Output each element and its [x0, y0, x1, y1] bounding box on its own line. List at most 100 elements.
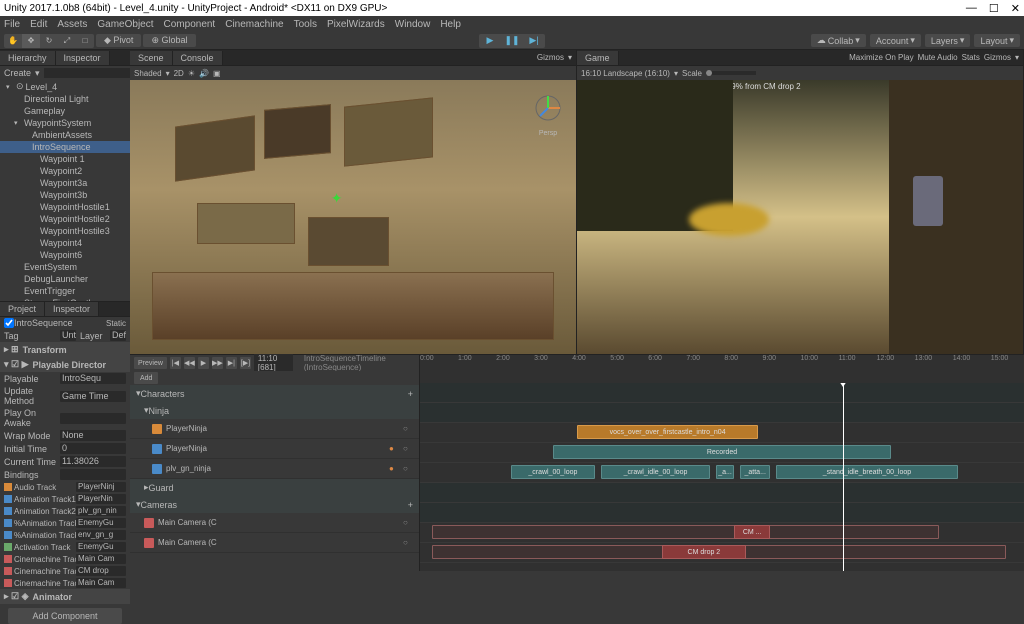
mute-icon[interactable]: ○: [403, 518, 413, 527]
pause-button[interactable]: ❚❚: [501, 34, 523, 48]
menu-help[interactable]: Help: [440, 19, 461, 30]
timeline-track-anim2[interactable]: plv_gn_ninja ● ○: [130, 459, 419, 479]
layers-dropdown[interactable]: Layers ▾: [925, 34, 971, 47]
hierarchy-item[interactable]: EventSystem: [0, 261, 130, 273]
transform-gizmo[interactable]: ✦: [331, 190, 343, 207]
move-tool[interactable]: ✥: [22, 34, 40, 48]
timeline-clips-area[interactable]: vocs_over_over_firstcastle_intro_n04 Rec…: [420, 383, 1024, 571]
scene-audio-toggle[interactable]: 🔊: [199, 69, 209, 78]
binding-value[interactable]: CM drop: [76, 566, 126, 576]
tab-console[interactable]: Console: [173, 51, 223, 65]
mute-icon[interactable]: ○: [403, 538, 413, 547]
tab-scene[interactable]: Scene: [130, 51, 173, 65]
menu-window[interactable]: Window: [395, 19, 431, 30]
scene-light-toggle[interactable]: ☀: [188, 69, 195, 78]
clip-audio[interactable]: vocs_over_over_firstcastle_intro_n04: [577, 425, 758, 439]
timeline-subgroup-guard[interactable]: ▸ Guard: [130, 479, 419, 496]
timeline-range[interactable]: [▶]: [240, 357, 251, 369]
step-button[interactable]: ▶|: [523, 34, 545, 48]
tab-game[interactable]: Game: [577, 51, 619, 65]
timeline-playhead[interactable]: [843, 383, 844, 571]
hierarchy-item[interactable]: AmbientAssets: [0, 129, 130, 141]
timeline-time-field[interactable]: 11:10 [681]: [254, 354, 293, 372]
record-icon[interactable]: ●: [389, 464, 399, 473]
menu-edit[interactable]: Edit: [30, 19, 47, 30]
timeline-track-anim1[interactable]: PlayerNinja ● ○: [130, 439, 419, 459]
binding-value[interactable]: env_gn_g: [76, 530, 126, 540]
timeline-subgroup-ninja[interactable]: ▾ Ninja: [130, 402, 419, 419]
inspector-field-value[interactable]: [60, 469, 126, 480]
binding-value[interactable]: Main Cam: [76, 578, 126, 588]
tag-value[interactable]: Untagged: [60, 330, 76, 341]
tab-inspector-top[interactable]: Inspector: [56, 51, 110, 65]
timeline-goto-end[interactable]: ▶|: [226, 357, 237, 369]
hierarchy-item[interactable]: DebugLauncher: [0, 273, 130, 285]
play-button[interactable]: ▶: [479, 34, 501, 48]
account-dropdown[interactable]: Account ▾: [870, 34, 921, 47]
game-mute-toggle[interactable]: Mute Audio: [918, 53, 958, 62]
inspector-enabled-checkbox[interactable]: [4, 318, 14, 328]
binding-value[interactable]: plv_gn_nin: [76, 506, 126, 516]
timeline-goto-start[interactable]: |◀: [170, 357, 181, 369]
menu-assets[interactable]: Assets: [57, 19, 87, 30]
game-gizmos-toggle[interactable]: Gizmos: [984, 53, 1011, 62]
hand-tool[interactable]: ✋: [4, 34, 22, 48]
clip-stand[interactable]: _stand_idle_breath_00_loop: [776, 465, 957, 479]
clip-crawl1[interactable]: _crawl_00_loop: [511, 465, 596, 479]
timeline-add-button[interactable]: Add: [134, 372, 158, 384]
timeline-marker-area[interactable]: [420, 369, 1024, 383]
inspector-field-value[interactable]: 11.38026: [60, 456, 126, 467]
scene-gizmos-toggle[interactable]: Gizmos: [537, 53, 564, 62]
inspector-field-value[interactable]: 0: [60, 443, 126, 454]
timeline-prev-frame[interactable]: ◀◀: [184, 357, 195, 369]
scene-shaded-dropdown[interactable]: Shaded: [134, 69, 162, 78]
transform-component[interactable]: ▸ ⊞ Transform: [0, 342, 130, 357]
mute-icon[interactable]: ○: [403, 424, 413, 433]
game-viewport[interactable]: CM Main Camera: CM Gameplay dolly A 39% …: [577, 80, 1023, 354]
timeline-track-audio[interactable]: PlayerNinja ○: [130, 419, 419, 439]
add-component-button[interactable]: Add Component: [8, 608, 122, 624]
clip-cm-outline[interactable]: [432, 525, 939, 539]
tab-hierarchy[interactable]: Hierarchy: [0, 51, 56, 65]
mute-icon[interactable]: ○: [403, 444, 413, 453]
scene-fx-toggle[interactable]: ▣: [213, 69, 221, 78]
inspector-field-value[interactable]: [60, 413, 126, 424]
inspector-field-value[interactable]: Game Time: [60, 391, 126, 402]
clip-atta[interactable]: _atta...: [740, 465, 770, 479]
hierarchy-item[interactable]: Waypoint3b: [0, 189, 130, 201]
rotate-tool[interactable]: ↻: [40, 34, 58, 48]
menu-component[interactable]: Component: [164, 19, 216, 30]
scene-2d-toggle[interactable]: 2D: [174, 69, 184, 78]
binding-value[interactable]: EnemyGu: [76, 518, 126, 528]
clip-cm[interactable]: CM ...: [734, 525, 770, 539]
clip-a[interactable]: _a...: [716, 465, 734, 479]
hierarchy-item[interactable]: WaypointHostile1: [0, 201, 130, 213]
timeline-track-cam2[interactable]: Main Camera (C ○: [130, 533, 419, 553]
scene-orientation-gizmo[interactable]: Persp: [528, 88, 568, 128]
hierarchy-root[interactable]: ▾⊙ Level_4: [0, 80, 130, 93]
hierarchy-item[interactable]: EventTrigger: [0, 285, 130, 297]
timeline-group-cameras[interactable]: ▾ Cameras+: [130, 496, 419, 513]
timeline-ruler[interactable]: 0:001:002:003:004:005:006:007:008:009:00…: [420, 355, 1024, 369]
hierarchy-create[interactable]: Create: [4, 68, 31, 78]
inspector-static-label[interactable]: Static: [106, 319, 126, 328]
timeline-track-cam1[interactable]: Main Camera (C ○: [130, 513, 419, 533]
scale-tool[interactable]: ⤢: [58, 34, 76, 48]
binding-value[interactable]: PlayerNinj: [76, 482, 126, 492]
hierarchy-item[interactable]: Waypoint 1: [0, 153, 130, 165]
hierarchy-item[interactable]: IntroSequence: [0, 141, 130, 153]
hierarchy-item[interactable]: Waypoint4: [0, 237, 130, 249]
binding-value[interactable]: PlayerNin: [76, 494, 126, 504]
pivot-toggle[interactable]: ◆ Pivot: [96, 34, 141, 47]
layout-dropdown[interactable]: Layout ▾: [974, 34, 1020, 47]
mute-icon[interactable]: ○: [403, 464, 413, 473]
hierarchy-item[interactable]: ▾WaypointSystem: [0, 117, 130, 129]
collab-dropdown[interactable]: ☁ Collab ▾: [811, 34, 866, 47]
clip-recorded[interactable]: Recorded: [553, 445, 891, 459]
game-scale-slider[interactable]: [706, 71, 756, 75]
tab-inspector[interactable]: Inspector: [45, 302, 99, 316]
maximize-button[interactable]: ☐: [989, 2, 999, 15]
timeline-next-frame[interactable]: ▶▶: [212, 357, 223, 369]
menu-pixelwizards[interactable]: PixelWizards: [327, 19, 385, 30]
game-stats-toggle[interactable]: Stats: [962, 53, 980, 62]
